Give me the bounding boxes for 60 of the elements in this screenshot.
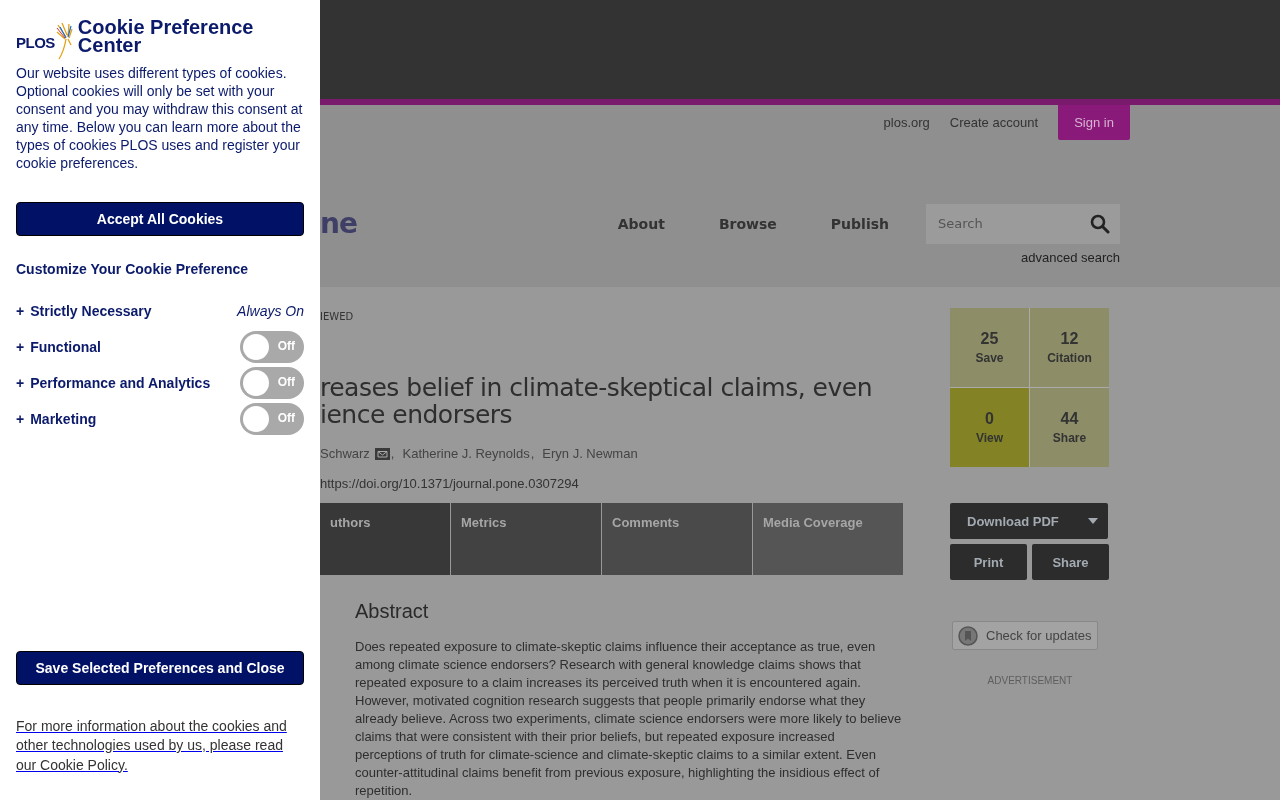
status-label: Always On bbox=[237, 303, 304, 319]
category-toggle-link[interactable]: + Performance and Analytics bbox=[16, 375, 211, 391]
panel-title: Cookie Preference Center bbox=[77, 18, 255, 54]
doi-link[interactable]: https://doi.org/10.1371/journal.pone.0307294 bbox=[320, 476, 904, 491]
metric-tile[interactable]: 12 Citation bbox=[1030, 308, 1109, 387]
logo-text: PLOS bbox=[16, 33, 55, 51]
metric-tile[interactable]: 25 Save bbox=[950, 308, 1029, 387]
category-toggle-link[interactable]: + Marketing bbox=[16, 411, 97, 427]
sign-in-button[interactable]: Sign in bbox=[1058, 104, 1130, 140]
section-heading: Abstract bbox=[355, 600, 430, 623]
toggle-switch[interactable]: Off bbox=[240, 331, 304, 363]
print-button[interactable]: Print bbox=[950, 544, 1027, 580]
badge-text: IEWED bbox=[320, 311, 355, 322]
author-link[interactable]: Katherine J. Reynolds bbox=[402, 446, 530, 461]
nav-link[interactable]: About bbox=[617, 215, 665, 232]
header-link[interactable]: plos.org bbox=[883, 114, 930, 130]
toggle-switch[interactable]: Off bbox=[240, 403, 304, 435]
article-tab[interactable]: Metrics bbox=[451, 503, 601, 575]
mail-icon[interactable] bbox=[374, 447, 390, 460]
metric-label: Citation bbox=[1047, 351, 1092, 365]
metric-count: 44 bbox=[1060, 410, 1079, 428]
metric-tile[interactable]: 44 Share bbox=[1030, 388, 1109, 467]
download-pdf-button[interactable]: Download PDF bbox=[950, 503, 1108, 539]
toggle-switch[interactable]: Off bbox=[240, 367, 304, 399]
article-title: reases belief in climate-skeptical claims, even ience endorsers bbox=[320, 374, 874, 428]
advertisement-label: ADVERTISEMENT bbox=[986, 675, 1074, 686]
sparkle-icon bbox=[55, 23, 74, 61]
search-field[interactable]: Search bbox=[926, 203, 1120, 244]
metric-count: 0 bbox=[985, 410, 994, 428]
separator: , bbox=[530, 446, 535, 461]
article-tab[interactable]: uthors bbox=[320, 503, 450, 575]
nav-link[interactable]: Publish bbox=[830, 215, 889, 232]
search-icon[interactable] bbox=[1090, 213, 1110, 234]
advanced-search-link[interactable]: advanced search bbox=[1021, 249, 1120, 265]
description: Our website uses different types of cookies. Optional cookies will only be set with your consent and you may withdraw this consent at any time. Below you can learn more about the types of cookies PLOS uses and register your cookie preferences. bbox=[16, 64, 304, 172]
bookmark-icon bbox=[958, 625, 978, 646]
accept-all-button[interactable]: Accept All Cookies bbox=[16, 202, 304, 236]
save-preferences-button[interactable]: Save Selected Preferences and Close bbox=[16, 650, 304, 685]
section-heading: Customize Your Cookie Preference bbox=[16, 261, 250, 277]
cookie-policy-link[interactable]: For more information about the cookies and other technologies used by us, please read our Cookie Policy. bbox=[16, 716, 304, 775]
metric-count: 12 bbox=[1060, 330, 1079, 348]
category-toggle-link[interactable]: + Functional bbox=[16, 339, 101, 355]
logo-text: ne bbox=[320, 207, 357, 241]
article-tab[interactable]: Comments bbox=[602, 503, 752, 575]
author-link[interactable]: Schwarz bbox=[320, 446, 370, 461]
metric-label: Share bbox=[1052, 431, 1087, 445]
caret-icon bbox=[1088, 518, 1098, 524]
metric-label: View bbox=[975, 431, 1004, 445]
share-button[interactable]: Share bbox=[1032, 544, 1109, 580]
article-tab[interactable]: Media Coverage bbox=[753, 503, 903, 575]
separator: , bbox=[390, 446, 395, 461]
nav-link[interactable]: Browse bbox=[718, 215, 777, 232]
check-updates-button[interactable]: Check for updates bbox=[952, 621, 1098, 650]
metric-label: Save bbox=[975, 351, 1004, 365]
category-toggle-link[interactable]: + Strictly Necessary bbox=[16, 303, 152, 319]
author-link[interactable]: Eryn J. Newman bbox=[542, 446, 638, 461]
metric-tile[interactable]: 0 View bbox=[950, 388, 1029, 467]
header-link[interactable]: Create account bbox=[949, 114, 1038, 130]
metric-count: 25 bbox=[980, 330, 999, 348]
abstract-text: Does repeated exposure to climate-skeptic claims influence their acceptance as true, even among climate science endorsers? Research with general knowledge claims shows that repeated exposure to a claim increases its perceived truth when it is encountered again. However, motivated cognition research suggests that people primarily endorse what they already believe. Across two experiments, climate science endorsers were more likely to believe claims that were consistent with their prior beliefs, but repeated exposure increased perceptions of truth for climate-science and climate-skeptic claims to a similar extent. Even counter-attitudinal claims benefit from previous exposure, highlighting the insidious effect of repetition. bbox=[355, 638, 903, 800]
